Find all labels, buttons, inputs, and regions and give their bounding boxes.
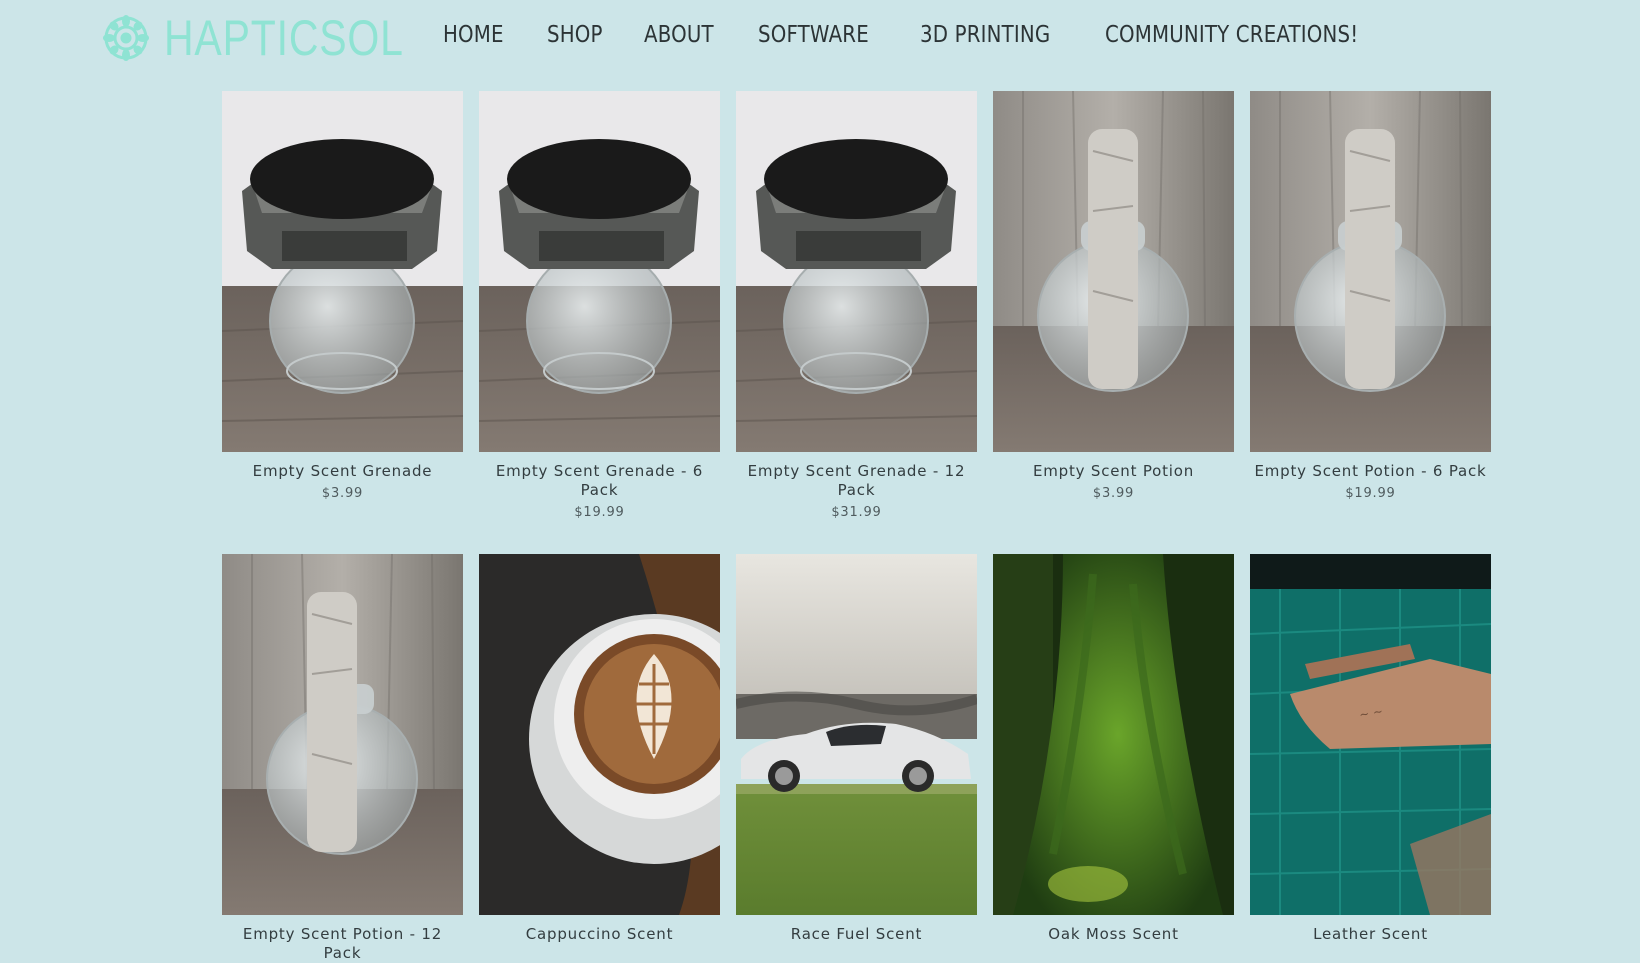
potion-bottle-image	[222, 554, 463, 915]
nav-about[interactable]: ABOUT	[644, 22, 714, 48]
race-car-image	[736, 554, 977, 915]
product-card[interactable]: Race Fuel Scent	[736, 554, 977, 944]
product-image[interactable]	[736, 554, 977, 915]
nav-home[interactable]: HOME	[443, 22, 504, 48]
product-image[interactable]	[222, 91, 463, 452]
product-title[interactable]: Leather Scent	[1250, 925, 1491, 944]
product-title[interactable]: Empty Scent Potion	[993, 462, 1234, 481]
product-image[interactable]	[222, 554, 463, 915]
product-image[interactable]	[993, 554, 1234, 915]
product-title[interactable]: Empty Scent Potion - 6 Pack	[1250, 462, 1491, 481]
flower-mandala-icon	[103, 15, 149, 61]
product-title[interactable]: Race Fuel Scent	[736, 925, 977, 944]
potion-bottle-image	[993, 91, 1234, 452]
product-image[interactable]	[479, 554, 720, 915]
product-price: $19.99	[574, 505, 625, 520]
product-card[interactable]: ~ ~ Leather Scent	[1250, 554, 1491, 944]
nav-shop[interactable]: SHOP	[547, 22, 603, 48]
product-title[interactable]: Empty Scent Potion - 12 Pack	[222, 925, 463, 963]
product-image[interactable]	[479, 91, 720, 452]
product-title[interactable]: Empty Scent Grenade - 6 Pack	[479, 462, 720, 500]
product-card[interactable]: Empty Scent Potion - 12 Pack	[222, 554, 463, 963]
product-card[interactable]: Empty Scent Grenade - 12 Pack $31.99	[736, 91, 977, 520]
product-card[interactable]: Empty Scent Grenade - 6 Pack $19.99	[479, 91, 720, 520]
product-image[interactable]	[736, 91, 977, 452]
mossy-tree-image	[993, 554, 1234, 915]
main-nav: HOME SHOP ABOUT SOFTWARE 3D PRINTING COM…	[443, 22, 1432, 48]
product-card[interactable]: Cappuccino Scent	[479, 554, 720, 944]
nav-3d-printing[interactable]: 3D PRINTING	[920, 22, 1050, 48]
product-card[interactable]: Empty Scent Potion - 6 Pack $19.99	[1250, 91, 1491, 501]
brand-name: HAPTICSOL	[164, 10, 404, 66]
nav-community-creations[interactable]: COMMUNITY CREATIONS!	[1105, 22, 1358, 48]
product-title[interactable]: Empty Scent Grenade - 12 Pack	[736, 462, 977, 500]
product-image[interactable]	[993, 91, 1234, 452]
potion-bottle-image	[1250, 91, 1491, 452]
grenade-jar-image	[479, 91, 720, 452]
coffee-cup-image	[479, 554, 720, 915]
product-card[interactable]: Empty Scent Potion $3.99	[993, 91, 1234, 501]
logo-link[interactable]: HAPTICSOL	[102, 10, 456, 66]
site-header: HAPTICSOL HOME SHOP ABOUT SOFTWARE 3D PR…	[0, 0, 1640, 80]
grenade-jar-image	[222, 91, 463, 452]
product-price: $31.99	[831, 505, 882, 520]
product-price: $3.99	[321, 486, 364, 501]
product-image[interactable]: ~ ~	[1250, 554, 1491, 915]
product-card[interactable]: Empty Scent Grenade $3.99	[222, 91, 463, 501]
product-price: $19.99	[1345, 486, 1396, 501]
product-title[interactable]: Cappuccino Scent	[479, 925, 720, 944]
product-price: $3.99	[1092, 486, 1135, 501]
product-card[interactable]: Oak Moss Scent	[993, 554, 1234, 944]
product-title[interactable]: Empty Scent Grenade	[222, 462, 463, 481]
product-title[interactable]: Oak Moss Scent	[993, 925, 1234, 944]
grenade-jar-image	[736, 91, 977, 452]
leather-mat-image: ~ ~	[1250, 554, 1491, 915]
product-image[interactable]	[1250, 91, 1491, 452]
nav-software[interactable]: SOFTWARE	[758, 22, 869, 48]
